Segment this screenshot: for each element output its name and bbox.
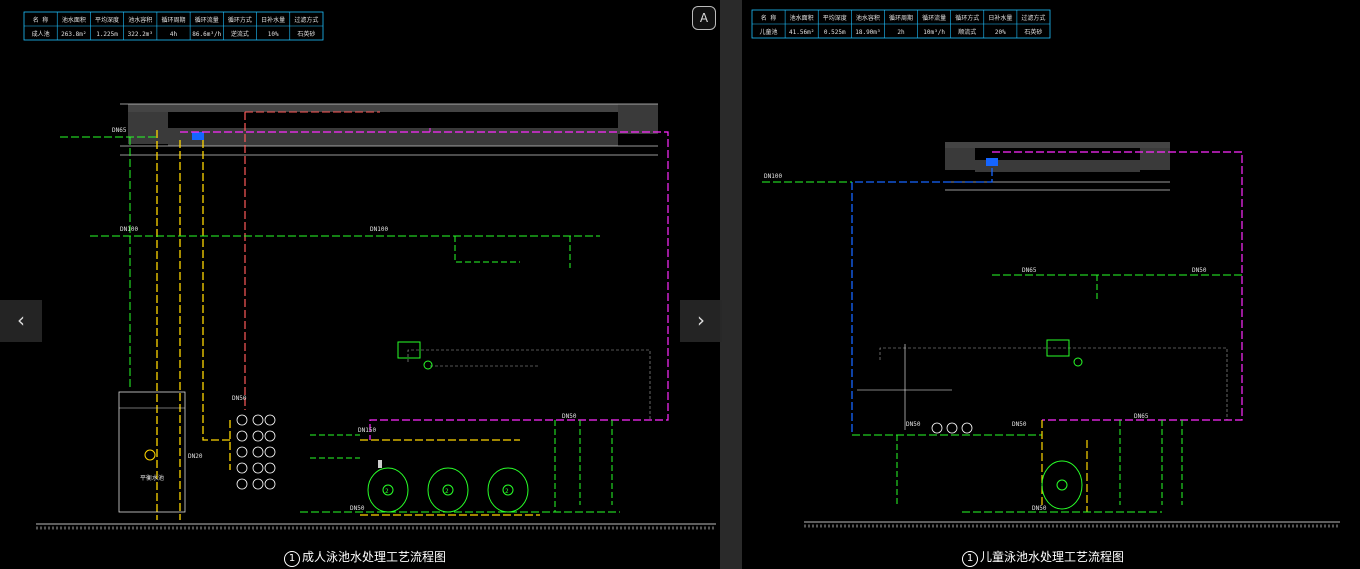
svg-text:DN65: DN65: [112, 127, 127, 134]
pump-symbol: [264, 446, 276, 458]
svg-text:2: 2: [445, 488, 449, 495]
adult-table-cell: 10%: [268, 31, 279, 38]
pump-symbol: [252, 462, 264, 474]
svg-text:平衡水池: 平衡水池: [140, 474, 164, 482]
adult-table-cell: 1.225m: [96, 31, 118, 38]
caption-number: 1: [284, 551, 300, 567]
child-table-cell: 石英砂: [1024, 28, 1042, 36]
child-table-cell: 18.90m³: [855, 29, 880, 36]
adult-table-cell: 322.2m³: [128, 31, 153, 38]
svg-text:DN50: DN50: [906, 421, 921, 428]
child-pool-filter: [1041, 460, 1083, 510]
child-table-cell: 20%: [995, 29, 1006, 36]
adult-pool-pumps: [236, 414, 276, 490]
svg-text:DN20: DN20: [188, 453, 203, 460]
svg-text:DN50: DN50: [562, 413, 577, 420]
pump-symbol: [264, 478, 276, 490]
pump-symbol: [236, 446, 248, 458]
child-pool-param-table: 名 称 池水面积 平均深度 池水容积 循环周期 循环流量 循环方式 日补水量 过滤方式儿童池 41…: [751, 9, 1051, 39]
child-table-header: 平均深度: [823, 14, 847, 22]
child-table-header: 循环流量: [922, 14, 946, 22]
pump-symbol: [264, 430, 276, 442]
adult-pool-pipes: [60, 111, 669, 520]
svg-text:DN50: DN50: [1012, 421, 1027, 428]
adult-table-header: 池水容积: [128, 16, 152, 24]
child-table-header: 循环周期: [889, 14, 913, 22]
pump-symbol: [264, 414, 276, 426]
adult-table-header: 日补水量: [261, 16, 285, 24]
pump-symbol: [252, 446, 264, 458]
text-recognition-icon[interactable]: A: [692, 6, 716, 30]
svg-text:DN100: DN100: [370, 226, 388, 233]
child-table-header: 池水容积: [856, 14, 880, 22]
child-table-header: 池水面积: [790, 14, 814, 22]
svg-text:DN50: DN50: [1192, 267, 1207, 274]
pump-symbol: [252, 414, 264, 426]
adult-table-header: 名 称: [33, 16, 49, 24]
svg-text:DN50: DN50: [232, 395, 247, 402]
left-drawing-panel: 名 称 池水面积 平均深度 池水容积 循环周期 循环流量 循环方式 日补水量 过滤方式成人池 26…: [0, 0, 720, 569]
child-table-cell: 0.525m: [824, 29, 846, 36]
adult-table-cell: 逆流式: [231, 30, 249, 38]
svg-text:2: 2: [385, 488, 389, 495]
svg-text:DN50: DN50: [350, 505, 365, 512]
child-pool-pipes: [762, 151, 1243, 513]
pump-symbol: [252, 430, 264, 442]
adult-pool-section: [120, 103, 658, 156]
svg-text:2: 2: [505, 488, 509, 495]
pump-symbol: [236, 414, 248, 426]
child-pool-pumps: [931, 422, 973, 434]
caption-text: 儿童泳池水处理工艺流程图: [980, 550, 1125, 564]
svg-text:DN65: DN65: [1134, 413, 1149, 420]
adult-pool-process-diagram: 名 称 池水面积 平均深度 池水容积 循环周期 循环流量 循环方式 日补水量 过滤方式成人池 26…: [23, 11, 716, 530]
adult-table-cell: 86.6m³/h: [192, 31, 221, 38]
adult-table-header: 平均深度: [95, 16, 119, 24]
caption-number: 1: [962, 551, 978, 567]
child-table-header: 循环方式: [955, 14, 979, 22]
pump-symbol: [236, 462, 248, 474]
panel-divider: [720, 0, 742, 569]
child-controller-box: [1046, 339, 1083, 367]
adult-controller-box: [397, 341, 433, 370]
child-table-cell: 10m³/h: [923, 29, 945, 36]
child-table-header: 过滤方式: [1021, 14, 1045, 22]
adult-table-cell: 成人池: [32, 30, 50, 38]
adult-balance-tank: 平衡水池: [118, 391, 186, 513]
adult-table-cell: 石英砂: [297, 30, 315, 38]
adult-table-header: 池水面积: [62, 16, 86, 24]
caption-text: 成人泳池水处理工艺流程图: [302, 550, 447, 564]
svg-text:DN100: DN100: [764, 173, 782, 180]
adult-table-header: 循环方式: [228, 16, 252, 24]
adult-pool-param-table: 名 称 池水面积 平均深度 池水容积 循环周期 循环流量 循环方式 日补水量 过滤方式成人池 26…: [23, 11, 324, 41]
child-table-cell: 儿童池: [760, 28, 778, 36]
adult-table-cell: 263.8m²: [61, 31, 86, 38]
child-table-header: 名 称: [761, 14, 777, 22]
svg-text:DN50: DN50: [1032, 505, 1047, 512]
prev-image-button[interactable]: ‹: [0, 300, 42, 342]
adult-table-header: 过滤方式: [294, 16, 318, 24]
pump-symbol: [236, 430, 248, 442]
right-drawing-panel: 名 称 池水面积 平均深度 池水容积 循环周期 循环流量 循环方式 日补水量 过滤方式儿童池 41…: [742, 0, 1360, 569]
pump-symbol: [252, 478, 264, 490]
child-pool-section: [945, 142, 1170, 191]
svg-text:DN150: DN150: [358, 427, 376, 434]
next-image-button[interactable]: ›: [680, 300, 722, 342]
child-table-cell: 41.56m²: [789, 29, 814, 36]
adult-diagram-caption: 1 成人泳池水处理工艺流程图: [284, 548, 446, 567]
child-table-header: 日补水量: [988, 14, 1012, 22]
child-table-cell: 顺流式: [958, 28, 976, 36]
adult-table-cell: 4h: [170, 31, 178, 38]
svg-text:DN100: DN100: [120, 226, 138, 233]
adult-table-header: 循环流量: [195, 16, 219, 24]
pump-symbol: [264, 462, 276, 474]
pump-symbol: [236, 478, 248, 490]
child-table-cell: 2h: [897, 29, 905, 36]
child-pool-process-diagram: 名 称 池水面积 平均深度 池水容积 循环周期 循环流量 循环方式 日补水量 过滤方式儿童池 41…: [751, 9, 1340, 528]
adult-table-header: 循环周期: [161, 16, 185, 24]
child-diagram-caption: 1 儿童泳池水处理工艺流程图: [962, 548, 1124, 567]
svg-text:DN65: DN65: [1022, 267, 1037, 274]
adult-pool-filters: 2 2 2: [367, 460, 529, 513]
